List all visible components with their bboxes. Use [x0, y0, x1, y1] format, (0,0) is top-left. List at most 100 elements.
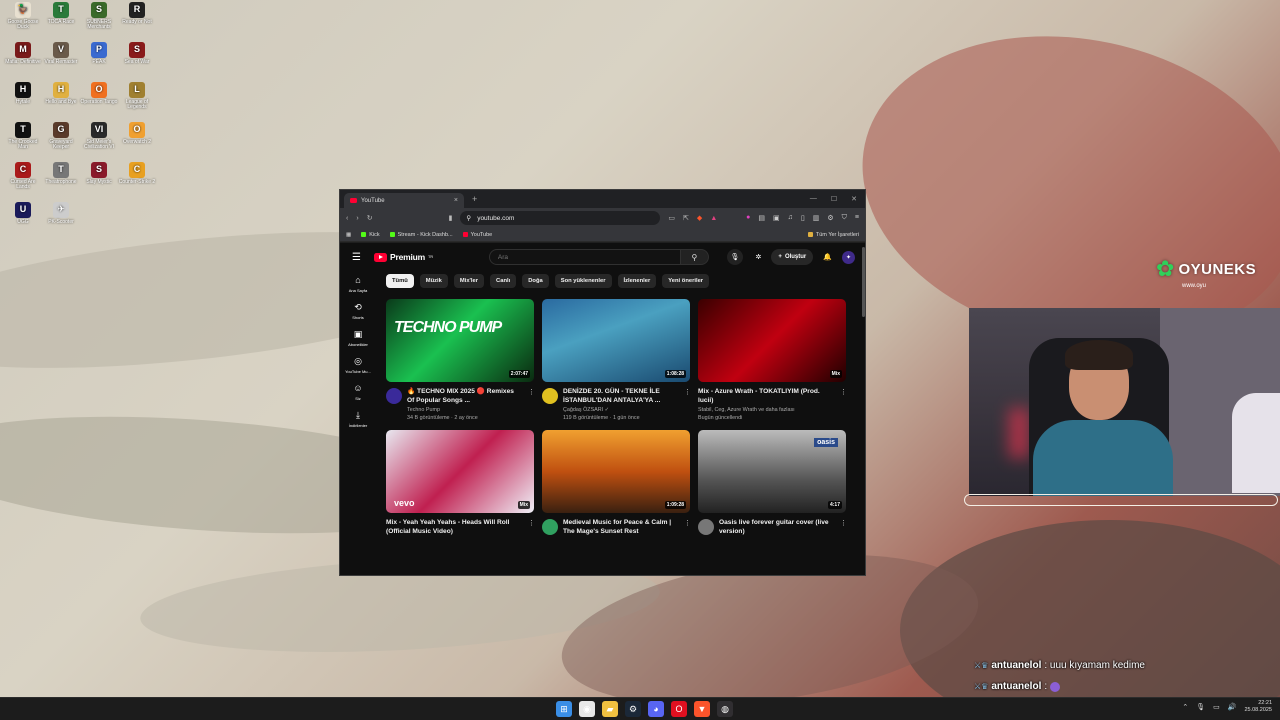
filter-chip[interactable]: Canlı: [490, 274, 517, 288]
desktop-shortcut[interactable]: 🦆 Goose Goose Duck: [4, 2, 42, 42]
video-title[interactable]: Mix - Azure Wrath - TOKATLIYIM (Prod. lu…: [698, 388, 835, 406]
wallet-icon[interactable]: ▥: [813, 214, 820, 222]
video-thumbnail[interactable]: vevo Mix: [386, 430, 534, 513]
video-title[interactable]: Oasis live forever guitar cover (live ve…: [719, 519, 835, 537]
chat-username[interactable]: antuanelol: [991, 681, 1041, 692]
video-card[interactable]: vevo Mix Mix - Yeah Yeah Yeahs - Heads Wil…: [386, 430, 535, 537]
filter-chip[interactable]: Son yüklenenler: [554, 274, 612, 288]
guide-item-you[interactable]: ☺ Siz: [341, 383, 375, 401]
bookmark-icon[interactable]: ▮: [449, 214, 453, 222]
channel-avatar[interactable]: [542, 388, 558, 404]
extension-icon[interactable]: ▤: [758, 214, 765, 222]
guide-item-home[interactable]: ⌂ Ana Sayfa: [341, 275, 375, 293]
volume-icon[interactable]: 🔊: [1228, 703, 1237, 711]
close-window-button[interactable]: ✕: [851, 195, 857, 203]
desktop-shortcut[interactable]: L League of Legends: [118, 82, 156, 122]
guide-item-download[interactable]: ⤓ İndirilenler: [341, 410, 375, 428]
video-card[interactable]: oasis 4:17 Oasis live forever guitar cover…: [698, 430, 847, 537]
ai-icon[interactable]: ✲: [756, 253, 762, 261]
menu-icon[interactable]: ≡: [855, 214, 859, 222]
video-thumbnail[interactable]: Mix: [698, 299, 846, 382]
video-title[interactable]: Medieval Music for Peace & Calm | The Ma…: [563, 519, 679, 537]
more-options-icon[interactable]: ⋮: [840, 519, 847, 537]
video-title[interactable]: DENİZDE 20. GÜN - TEKNE İLE İSTANBUL'DAN…: [563, 388, 679, 406]
close-tab-icon[interactable]: ×: [454, 197, 458, 204]
brave-shield-icon[interactable]: ◆: [697, 214, 702, 222]
chrome-icon[interactable]: ◉: [579, 701, 595, 717]
desktop-shortcut[interactable]: U UGG: [4, 202, 42, 242]
desktop-shortcut[interactable]: M Mafia: Definitive: [4, 42, 42, 82]
network-icon[interactable]: ▭: [1213, 703, 1220, 711]
filter-chip[interactable]: İzlenenler: [617, 274, 657, 288]
discord-icon[interactable]: ◕: [648, 701, 664, 717]
url-field[interactable]: ⚲ youtube.com: [460, 211, 661, 225]
channel-name[interactable]: Çağdaş ÖZSARI ✓: [563, 406, 679, 414]
more-options-icon[interactable]: ⋮: [528, 519, 535, 537]
forward-icon[interactable]: ›: [356, 215, 358, 222]
desktop-shortcut[interactable]: S Slay Mystic: [80, 162, 118, 202]
site-info-icon[interactable]: ⚲: [466, 214, 471, 222]
desktop-shortcut[interactable]: T TOCA Race: [42, 2, 80, 42]
extension-icon[interactable]: ●: [746, 214, 750, 222]
video-card[interactable]: Mix Mix - Azure Wrath - TOKATLIYIM (Prod.…: [698, 299, 847, 422]
desktop-shortcut[interactable]: O Overwatch 2: [118, 122, 156, 162]
chat-username[interactable]: antuanelol: [991, 660, 1041, 671]
video-thumbnail[interactable]: 1:08:28: [542, 299, 690, 382]
cast-icon[interactable]: ▭: [668, 214, 675, 222]
apps-grid-icon[interactable]: ▦: [346, 232, 351, 238]
chevron-up-icon[interactable]: ⌃: [1182, 703, 1188, 711]
maximize-button[interactable]: ☐: [831, 195, 837, 203]
video-card[interactable]: 1:08:28 DENİZDE 20. GÜN - TEKNE İLE İSTAN…: [542, 299, 691, 422]
windows-start-icon[interactable]: ⊞: [556, 701, 572, 717]
menu-icon[interactable]: ☰: [352, 252, 366, 263]
minimize-button[interactable]: —: [810, 195, 817, 203]
desktop-shortcut[interactable]: H Hytale: [4, 82, 42, 122]
video-title[interactable]: 🔥 TECHNO MIX 2025 🔴 Remixes Of Popular S…: [407, 388, 523, 406]
mic-icon[interactable]: 🎙: [1196, 703, 1205, 711]
channel-avatar[interactable]: [698, 519, 714, 535]
new-tab-button[interactable]: +: [472, 194, 477, 204]
all-bookmarks-link[interactable]: Tüm Yer İşaretleri: [807, 232, 859, 238]
brave-icon[interactable]: ▼: [694, 701, 710, 717]
filter-chip[interactable]: Müzik: [419, 274, 448, 288]
filter-chip[interactable]: Mix'ler: [453, 274, 485, 288]
desktop-shortcut[interactable]: P PEAK: [80, 42, 118, 82]
guide-item-music[interactable]: ◎ YouTube Mu...: [341, 356, 375, 374]
steam-icon[interactable]: ⚙: [625, 701, 641, 717]
tab-youtube[interactable]: YouTube ×: [344, 193, 464, 208]
clock[interactable]: 22:21 25.08.2025: [1244, 700, 1272, 715]
filter-chip[interactable]: Yeni öneriler: [662, 274, 710, 288]
more-options-icon[interactable]: ⋮: [684, 388, 691, 422]
voice-search-button[interactable]: 🎙: [726, 249, 743, 265]
youtube-logo[interactable]: Premium TR: [374, 252, 433, 262]
desktop-shortcut[interactable]: S Sea of War: [118, 42, 156, 82]
desktop-shortcut[interactable]: R Ready or Not: [118, 2, 156, 42]
video-thumbnail[interactable]: 1:09:28: [542, 430, 690, 513]
channel-avatar[interactable]: [542, 519, 558, 535]
more-options-icon[interactable]: ⋮: [840, 388, 847, 422]
extension-icon[interactable]: ▣: [773, 214, 780, 222]
obs-icon[interactable]: ◍: [717, 701, 733, 717]
music-icon[interactable]: ♫: [788, 214, 793, 222]
vpn-icon[interactable]: ⛉: [842, 214, 847, 222]
desktop-shortcut[interactable]: S SUBNERS Merchants: [80, 2, 118, 42]
desktop-shortcut[interactable]: O Operation Tango: [80, 82, 118, 122]
scrollbar[interactable]: [862, 247, 865, 317]
desktop-shortcut[interactable]: VI Sid Meier's Civilization VI: [80, 122, 118, 162]
search-button[interactable]: ⚲: [680, 249, 709, 265]
avatar[interactable]: ✦: [842, 250, 855, 264]
opera-icon[interactable]: O: [671, 701, 687, 717]
video-thumbnail[interactable]: oasis 4:17: [698, 430, 846, 513]
desktop-shortcut[interactable]: H Hello and Bye: [42, 82, 80, 122]
desktop-shortcut[interactable]: C Cursed Are Lands: [4, 162, 42, 202]
filter-chip[interactable]: Tümü: [386, 274, 414, 288]
desktop-shortcut[interactable]: V Viral Remaster: [42, 42, 80, 82]
bookmark-item[interactable]: Stream - Kick Dashb...: [389, 232, 453, 238]
channel-avatar[interactable]: [386, 388, 402, 404]
filter-chip[interactable]: Doğa: [522, 274, 549, 288]
video-thumbnail[interactable]: TECHNO PUMP 2:07:47: [386, 299, 534, 382]
settings-icon[interactable]: ⚙: [827, 214, 833, 222]
video-card[interactable]: 1:09:28 Medieval Music for Peace & Calm |…: [542, 430, 691, 537]
browser-window[interactable]: YouTube × + — ☐ ✕ ‹ › ↻ ▮ ⚲ youtube.com …: [339, 189, 866, 576]
reload-icon[interactable]: ↻: [367, 214, 373, 222]
